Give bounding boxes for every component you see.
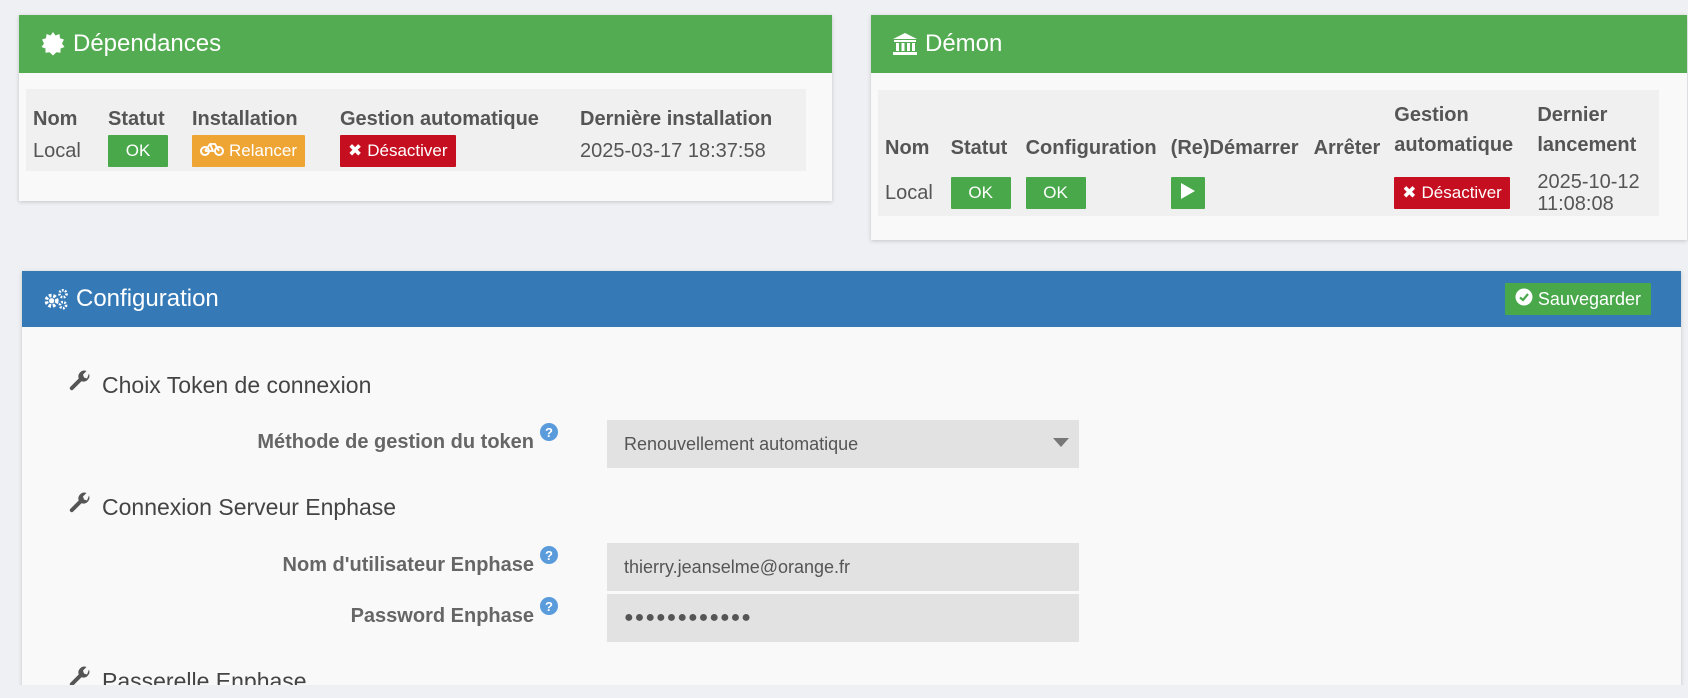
daemon-disable-auto-label: Désactiver	[1421, 183, 1502, 202]
username-label: Nom d'utilisateur Enphase ?	[282, 546, 558, 577]
col-status: Statut	[108, 108, 165, 130]
section-server-title: Connexion Serveur Enphase	[102, 493, 397, 520]
close-icon: ✖	[1402, 183, 1417, 202]
username-input[interactable]: thierry.jeanselme@orange.fr	[607, 543, 1079, 591]
question-icon[interactable]: ?	[540, 546, 558, 564]
question-icon[interactable]: ?	[540, 597, 558, 615]
close-icon: ✖	[348, 141, 363, 160]
wrench-icon	[68, 492, 92, 522]
password-label: Password Enphase ?	[350, 597, 558, 628]
password-label-text: Password Enphase	[350, 605, 534, 627]
section-server: Connexion Serveur Enphase	[68, 492, 396, 522]
dependencies-panel: Dépendances Nom Statut Installation Gest…	[19, 15, 832, 201]
restart-daemon-button[interactable]	[1170, 177, 1205, 209]
col-auto: Gestion automatique	[340, 108, 539, 130]
col-last-install: Dernière installation	[580, 108, 773, 130]
question-icon[interactable]: ?	[540, 423, 558, 441]
dep-status-badge: OK	[108, 135, 168, 167]
col-config: Configuration	[1025, 137, 1157, 159]
col-install: Installation	[192, 108, 298, 130]
wrench-icon	[68, 370, 92, 400]
dep-disable-auto-button[interactable]: ✖ Désactiver	[340, 135, 456, 167]
daemon-last-launch: 2025-10-12 11:08:08	[1537, 171, 1640, 215]
configuration-title: Configuration	[76, 285, 219, 312]
token-method-select[interactable]: Renouvellement automatique	[607, 420, 1079, 468]
daemon-header: Démon	[871, 15, 1687, 73]
col-name: Nom	[33, 108, 78, 130]
daemon-status-badge: OK	[950, 177, 1011, 209]
token-method-label-text: Méthode de gestion du token	[257, 431, 534, 453]
check-circle-icon	[1515, 288, 1533, 311]
dep-name: Local	[33, 139, 81, 162]
daemon-panel: Démon Nom Statut Configuration (Re)Démar…	[871, 15, 1687, 240]
daemon-disable-auto-button[interactable]: ✖ Désactiver	[1394, 177, 1510, 209]
configuration-header: Configuration Sauvegarder	[22, 271, 1681, 327]
token-method-value: Renouvellement automatique	[624, 433, 859, 454]
certificate-icon	[39, 30, 67, 58]
caret-down-icon	[1053, 438, 1069, 447]
save-button[interactable]: Sauvegarder	[1504, 283, 1651, 315]
section-token-title: Choix Token de connexion	[102, 371, 372, 398]
col-stop: Arrêter	[1313, 137, 1381, 159]
daemon-config-badge: OK	[1025, 177, 1086, 209]
cogs-icon	[42, 285, 70, 313]
bank-icon	[891, 30, 919, 58]
section-token: Choix Token de connexion	[68, 370, 371, 400]
horizontal-scrollbar[interactable]	[0, 685, 1688, 698]
daemon-title: Démon	[925, 30, 1003, 57]
relaunch-install-button[interactable]: Relancer	[192, 135, 306, 167]
col-name: Nom	[885, 137, 930, 159]
dependencies-table: Nom Statut Installation Gestion automati…	[26, 89, 806, 171]
relaunch-install-label: Relancer	[229, 141, 298, 160]
play-icon	[1180, 182, 1196, 205]
col-auto: Gestion automatique	[1394, 104, 1514, 156]
password-value: ●●●●●●●●●●●●	[624, 609, 752, 626]
username-value: thierry.jeanselme@orange.fr	[624, 556, 851, 577]
save-label: Sauvegarder	[1537, 288, 1641, 309]
dependencies-header: Dépendances	[19, 15, 832, 73]
username-label-text: Nom d'utilisateur Enphase	[282, 554, 534, 576]
col-restart: (Re)Démarrer	[1170, 137, 1299, 159]
col-status: Statut	[950, 137, 1008, 159]
dependencies-title: Dépendances	[73, 30, 222, 57]
dep-last-install: 2025-03-17 18:37:58	[580, 139, 766, 162]
bicycle-icon	[200, 141, 224, 162]
col-last-launch: Dernier lancement	[1537, 104, 1637, 156]
token-method-label: Méthode de gestion du token ?	[257, 423, 558, 454]
password-input[interactable]: ●●●●●●●●●●●●	[607, 594, 1079, 642]
daemon-table: Nom Statut Configuration (Re)Démarrer Ar…	[878, 90, 1659, 216]
daemon-name: Local	[885, 181, 933, 204]
dep-disable-auto-label: Désactiver	[367, 141, 448, 160]
stop-daemon-cell	[1307, 170, 1388, 216]
